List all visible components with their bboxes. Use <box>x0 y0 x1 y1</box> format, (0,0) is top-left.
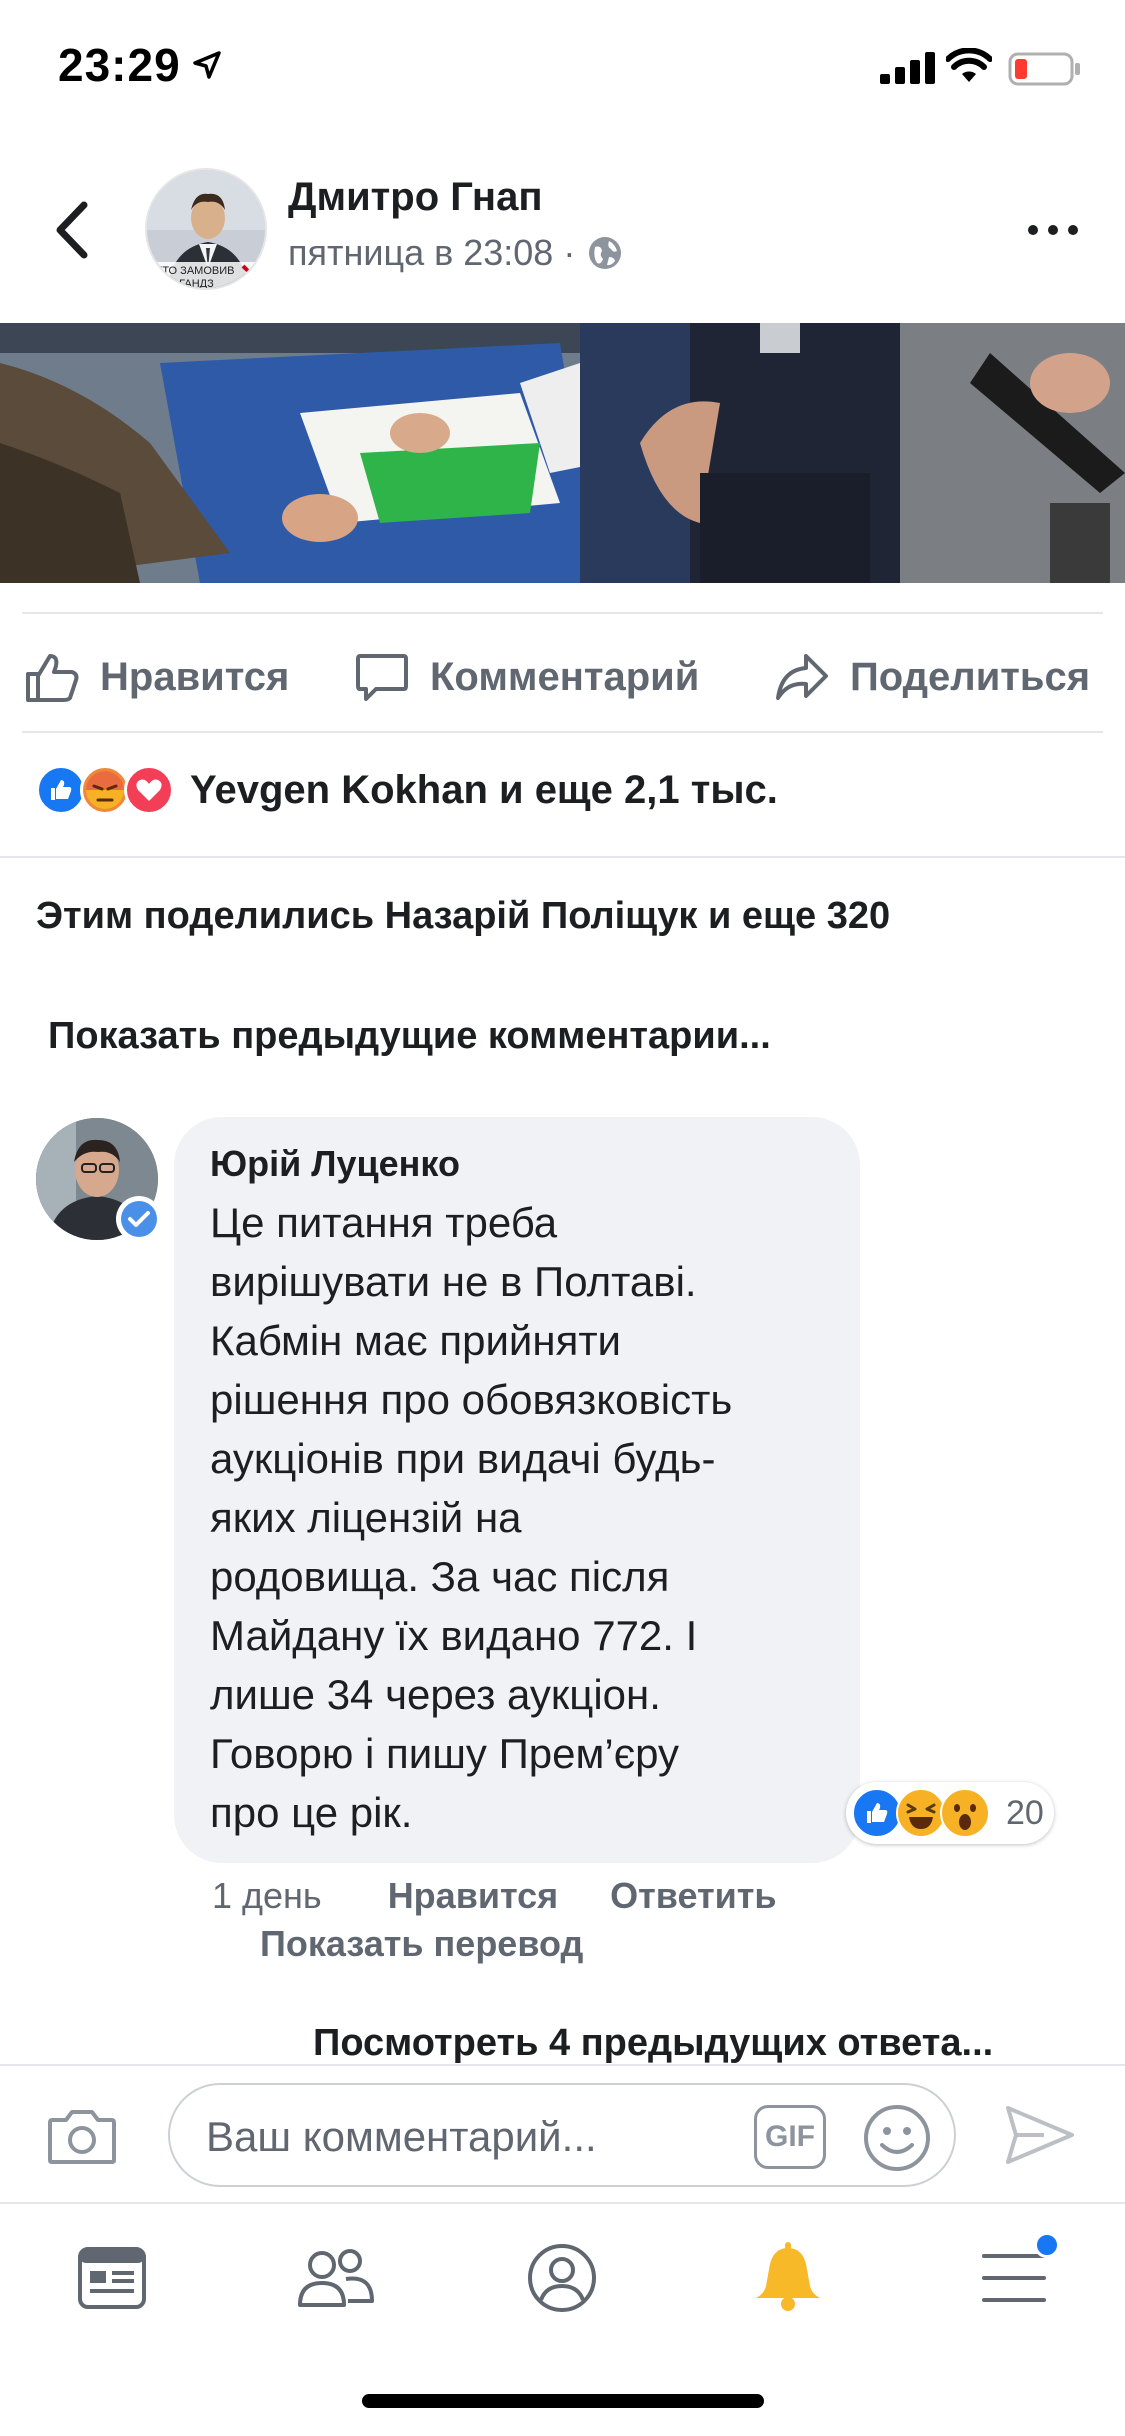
friends-icon <box>298 2249 374 2307</box>
tab-profile[interactable] <box>522 2238 602 2318</box>
comment-composer: Ваш комментарий... GIF <box>0 2064 1125 2202</box>
comment-actions: 1 день Нравится Ответить <box>212 1875 829 1917</box>
comment-reply-button[interactable]: Ответить <box>610 1875 776 1917</box>
back-icon[interactable] <box>48 195 98 265</box>
comment-icon <box>356 654 408 701</box>
comment-text: Це питання треба вирішувати не в Полтаві… <box>210 1193 824 1842</box>
share-icon <box>776 654 828 700</box>
tab-notifications[interactable] <box>748 2238 828 2318</box>
comment-line: рішення про обовязковість <box>210 1376 733 1423</box>
comment-line: аукціонів при видачі будь- <box>210 1435 716 1482</box>
camera-icon[interactable] <box>46 2106 118 2166</box>
post-photo <box>0 323 1125 583</box>
share-button[interactable]: Поделиться <box>774 650 1090 704</box>
like-label: Нравится <box>100 654 290 699</box>
shared-by-text[interactable]: Этим поделились Назарій Поліщук и еще 32… <box>36 895 890 938</box>
globe-icon <box>589 237 622 269</box>
view-previous-replies[interactable]: Посмотреть 4 предыдущих ответа... <box>313 2022 993 2065</box>
comment-line: Майдану їх видано 772. І <box>210 1612 698 1659</box>
reaction-icons <box>36 765 174 815</box>
send-icon[interactable] <box>1004 2104 1076 2166</box>
comment-button[interactable]: Комментарий <box>354 650 699 704</box>
divider-reactions <box>0 856 1125 858</box>
comment-like-button[interactable]: Нравится <box>388 1875 558 1917</box>
tab-friends[interactable] <box>296 2238 376 2318</box>
comment-line: родовища. За час після <box>210 1553 670 1600</box>
menu-notification-dot <box>1034 2232 1060 2258</box>
more-icon[interactable] <box>1025 220 1081 240</box>
news-feed-icon <box>78 2247 146 2309</box>
author-photo: ХТО ЗАМОВИВ Ю ГАНДЗ <box>147 170 265 290</box>
comment-input[interactable]: Ваш комментарий... GIF <box>168 2083 956 2187</box>
post-header: ХТО ЗАМОВИВ Ю ГАНДЗ Дмитро Гнап пятница … <box>0 150 1125 320</box>
profile-icon <box>528 2244 596 2312</box>
notifications-icon <box>756 2242 820 2311</box>
love-reaction-icon <box>124 765 174 815</box>
comment-line: Це питання треба <box>210 1199 558 1246</box>
location-arrow-icon <box>193 51 221 79</box>
like-reaction-icon <box>36 765 86 815</box>
cellular-signal-icon <box>880 52 935 84</box>
post-timestamp[interactable]: пятница в 23:08 · <box>288 232 575 274</box>
show-translation-link[interactable]: Показать перевод <box>260 1923 583 1965</box>
author-avatar[interactable]: ХТО ЗАМОВИВ Ю ГАНДЗ <box>145 168 267 290</box>
comment-line: Кабмін має прийняти <box>210 1317 622 1364</box>
angry-reaction-icon <box>80 765 130 815</box>
post-meta: пятница в 23:08 · <box>288 232 623 274</box>
tab-news-feed[interactable] <box>72 2238 152 2318</box>
show-previous-comments[interactable]: Показать предыдущие комментарии... <box>48 1015 771 1058</box>
reactions-summary[interactable]: Yevgen Kokhan и еще 2,1 тыс. <box>36 765 778 815</box>
emoji-icon[interactable] <box>862 2103 932 2173</box>
avatar-caption-1: ХТО ЗАМОВИВ <box>155 265 234 277</box>
status-bar: 23:29 <box>0 0 1125 140</box>
avatar-caption-2: Ю ГАНДЗ <box>165 278 214 290</box>
like-icon <box>26 654 79 702</box>
like-button[interactable]: Нравится <box>24 650 289 704</box>
wow-reaction-icon <box>940 1788 990 1838</box>
divider-middle <box>22 731 1103 733</box>
gif-button[interactable]: GIF <box>754 2105 826 2169</box>
comment-line: вирішувати не в Полтаві. <box>210 1258 697 1305</box>
haha-reaction-icon <box>896 1788 946 1838</box>
verified-badge-icon <box>116 1196 162 1242</box>
comment-reaction-count: 20 <box>1006 1793 1044 1832</box>
battery-icon <box>1008 52 1080 86</box>
status-time: 23:29 <box>58 39 181 91</box>
share-label: Поделиться <box>850 654 1091 699</box>
home-indicator <box>362 2394 764 2408</box>
commenter-name[interactable]: Юрій Луценко <box>210 1143 824 1185</box>
comment-bubble[interactable]: Юрій Луценко Це питання треба вирішувати… <box>174 1117 860 1863</box>
comment-reactions[interactable]: 20 <box>846 1782 1054 1844</box>
comment-line: лише 34 через аукціон. <box>210 1671 661 1718</box>
comment-label: Комментарий <box>430 654 700 699</box>
comment-input-placeholder: Ваш комментарий... <box>206 2113 597 2160</box>
reactions-text: Yevgen Kokhan и еще 2,1 тыс. <box>190 767 778 812</box>
menu-icon <box>982 2254 1046 2302</box>
post-author-name[interactable]: Дмитро Гнап <box>288 175 543 220</box>
comment-line: Говорю і пишу Прем’єру <box>210 1730 680 1777</box>
divider-top <box>22 612 1103 614</box>
like-reaction-icon <box>852 1788 902 1838</box>
comment-time[interactable]: 1 день <box>212 1875 322 1917</box>
comment-line: про це рік. <box>210 1789 413 1836</box>
comment-line: яких ліцензій на <box>210 1494 522 1541</box>
post-image[interactable] <box>0 323 1125 583</box>
post-action-bar: Нравится Комментарий Поделиться <box>0 620 1125 730</box>
wifi-icon <box>946 48 992 82</box>
